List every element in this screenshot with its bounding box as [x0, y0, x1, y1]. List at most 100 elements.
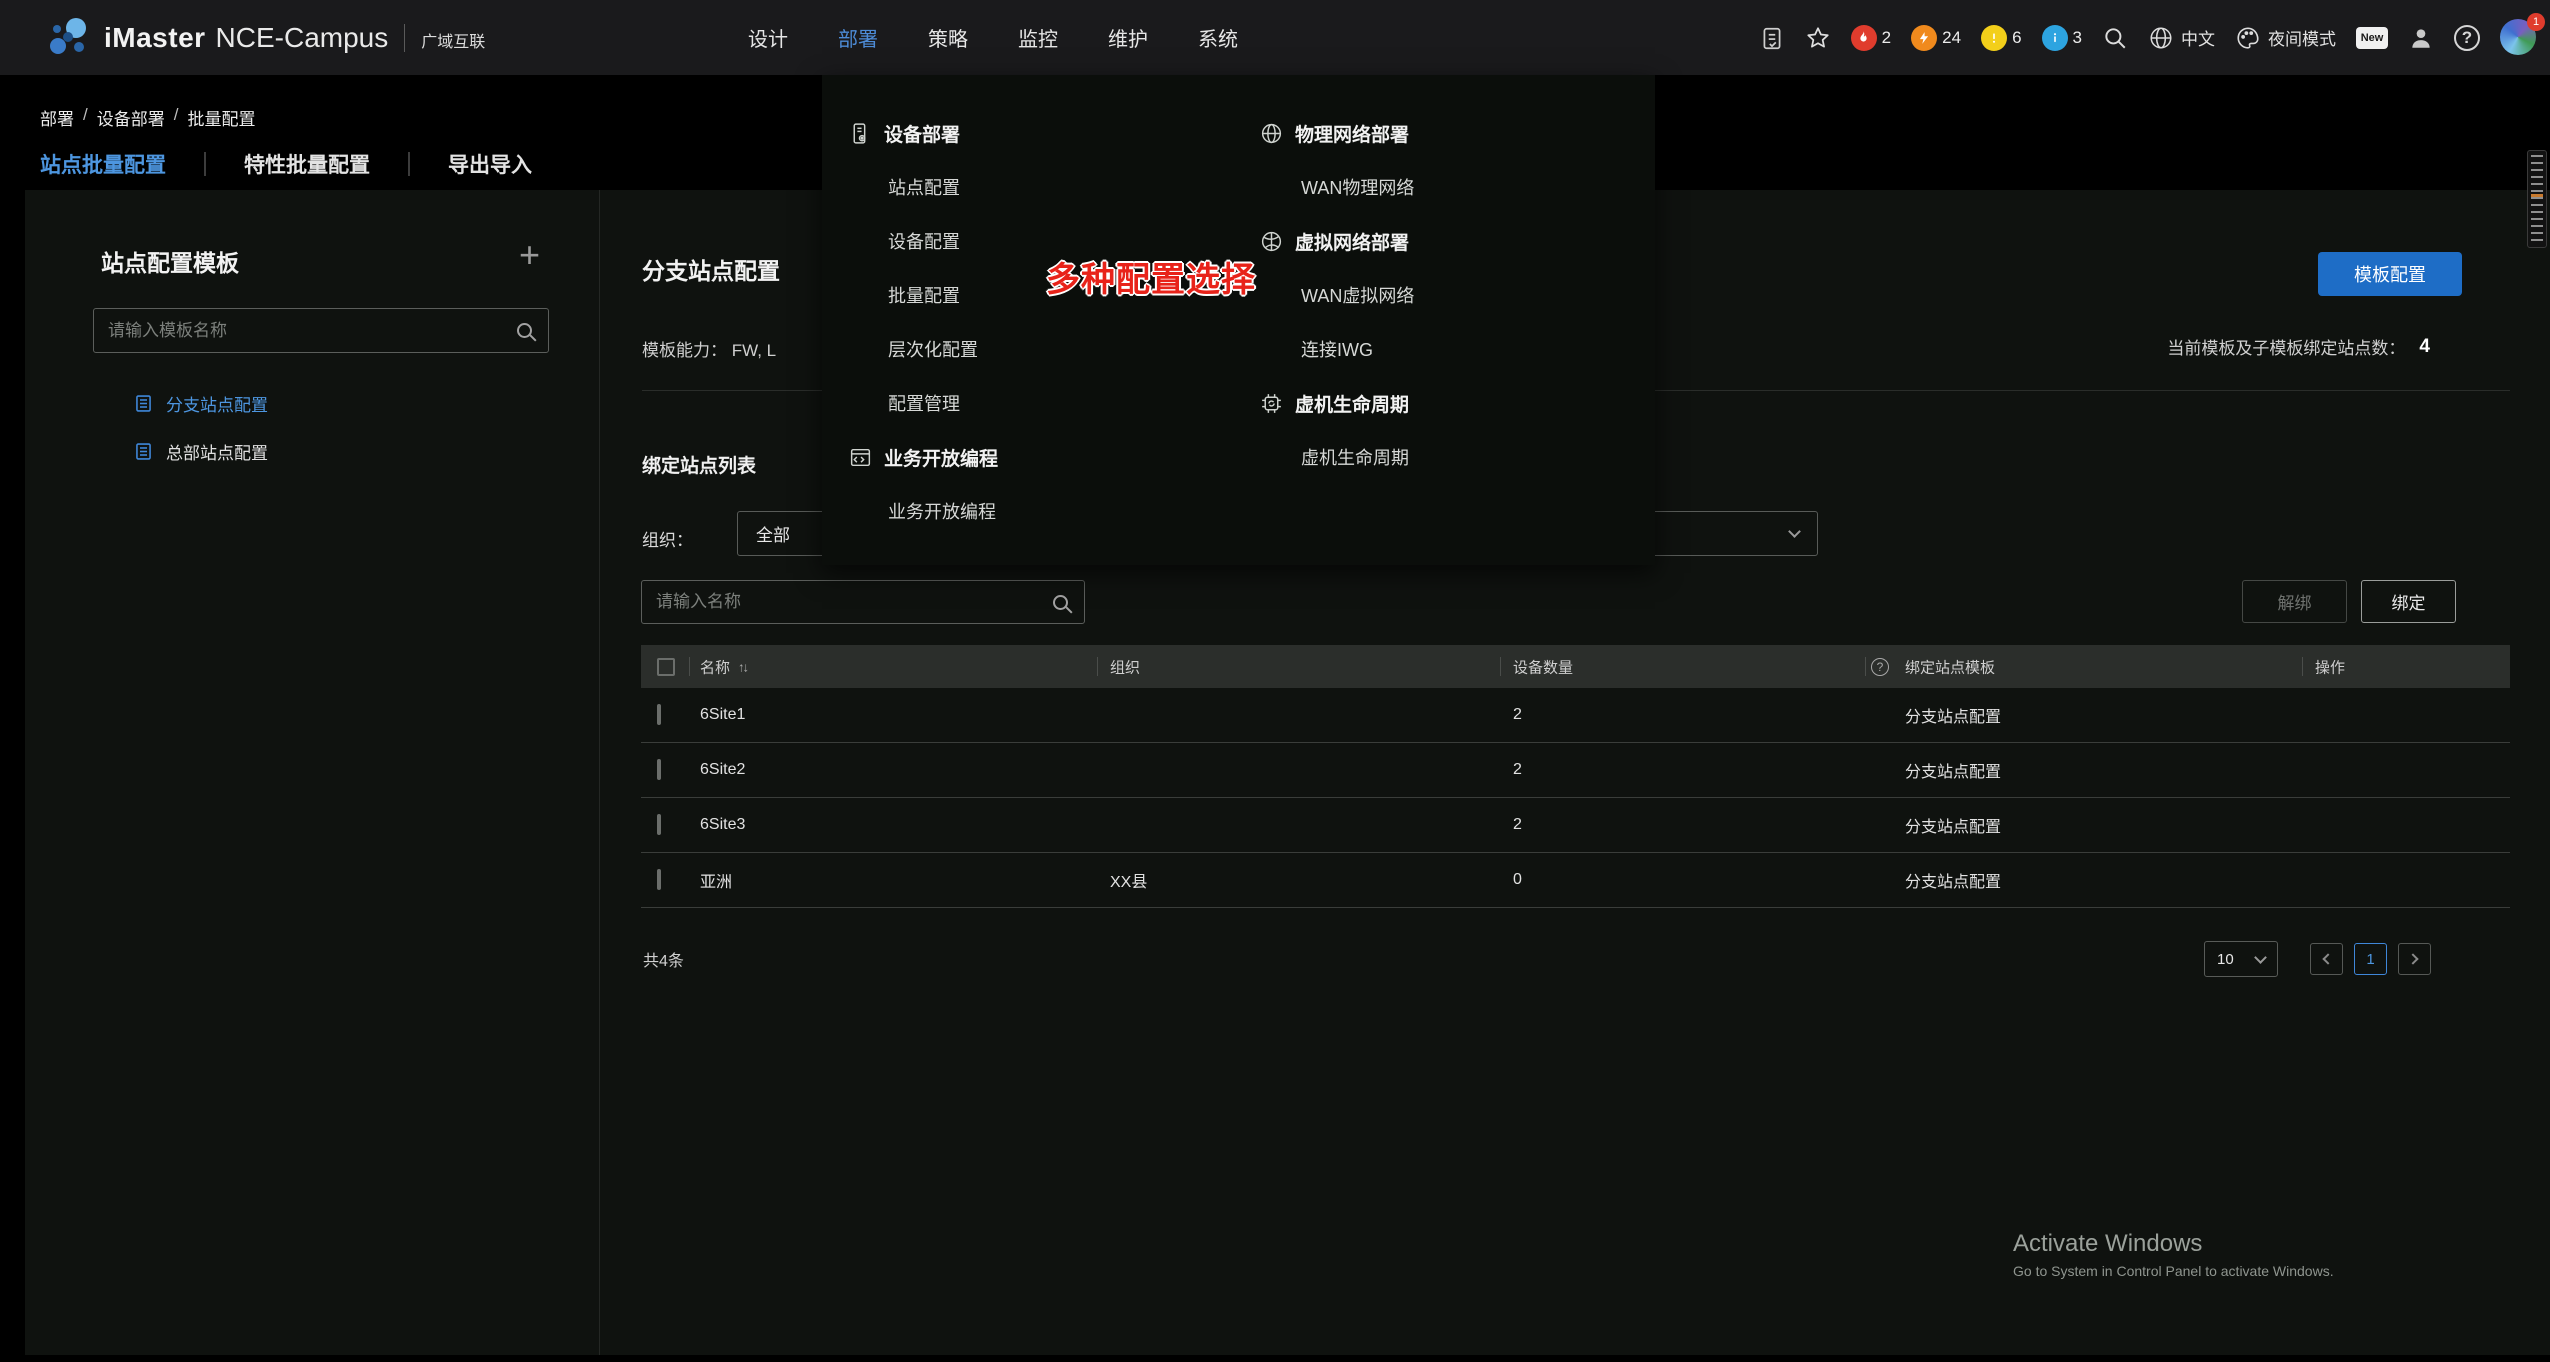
template-search-input[interactable] — [94, 309, 517, 352]
avatar-notification-badge: 1 — [2527, 13, 2545, 31]
tab-feature-batch-config[interactable]: 特性批量配置 — [244, 149, 370, 179]
column-action: 操作 — [2315, 656, 2345, 677]
row-checkbox[interactable] — [657, 759, 661, 780]
table-header: 名称 ↑↓ 组织 设备数量 ? 绑定站点模板 操作 — [641, 645, 2510, 688]
column-name-label: 名称 — [700, 656, 730, 677]
user-avatar[interactable]: 1 — [2500, 19, 2538, 57]
theme-toggle[interactable]: 夜间模式 — [2235, 25, 2336, 51]
search-icon[interactable] — [2102, 25, 2128, 51]
menu-item-connect-iwg[interactable]: 连接IWG — [1259, 336, 1373, 362]
column-divider — [1500, 657, 1501, 676]
menu-item-config-management[interactable]: 配置管理 — [848, 390, 960, 416]
info-alarm-count: 3 — [2073, 28, 2082, 48]
watermark-title: Activate Windows — [2013, 1230, 2334, 1258]
column-divider — [1865, 657, 1866, 676]
task-list-icon[interactable] — [1759, 25, 1785, 51]
whats-new-icon[interactable]: New — [2356, 27, 2388, 49]
breadcrumb-batch-config: 批量配置 — [187, 105, 255, 130]
page-size-select[interactable]: 10 — [2204, 941, 2278, 977]
menu-policy[interactable]: 策略 — [928, 23, 968, 52]
total-count: 共4条 — [643, 947, 684, 971]
info-alarm-badge[interactable]: 3 — [2042, 25, 2082, 51]
scrollbar-marker — [2531, 194, 2543, 197]
site-template: 分支站点配置 — [1905, 868, 2001, 892]
menu-design[interactable]: 设计 — [748, 23, 788, 52]
bound-site-count: 当前模板及子模板绑定站点数： 4 — [2167, 334, 2430, 359]
site-device-count: 2 — [1513, 761, 1522, 779]
menu-section-device-deploy[interactable]: 设备部署 — [848, 106, 998, 160]
current-page-button[interactable]: 1 — [2354, 943, 2387, 975]
tab-export-import[interactable]: 导出导入 — [448, 149, 532, 179]
row-checkbox[interactable] — [657, 869, 661, 890]
chevron-right-icon — [2407, 953, 2418, 964]
menu-section-service-openness[interactable]: 业务开放编程 — [848, 430, 998, 484]
windows-activation-watermark: Activate Windows Go to System in Control… — [2013, 1230, 2334, 1279]
menu-system[interactable]: 系统 — [1198, 23, 1238, 52]
select-all-checkbox[interactable] — [657, 658, 675, 676]
question-circle-icon: ? — [1871, 658, 1889, 676]
menu-section-virtual-network[interactable]: 虚拟网络部署 — [1259, 214, 1414, 268]
menu-section-title: 物理网络部署 — [1295, 120, 1409, 147]
next-page-button[interactable] — [2398, 943, 2431, 975]
menu-item-vm-lifecycle[interactable]: 虚机生命周期 — [1259, 444, 1409, 470]
minor-alarm-icon — [1981, 25, 2007, 51]
menu-deploy[interactable]: 部署 — [838, 23, 878, 52]
sort-icon[interactable]: ↑↓ — [738, 659, 747, 674]
column-template-help[interactable]: ? — [1871, 658, 1889, 676]
language-label: 中文 — [2181, 25, 2215, 50]
favorites-star-icon[interactable] — [1805, 25, 1831, 51]
menu-section-physical-network[interactable]: 物理网络部署 — [1259, 106, 1414, 160]
site-name: 亚洲 — [700, 868, 732, 892]
search-icon[interactable] — [517, 323, 532, 338]
sidebar-item-label: 总部站点配置 — [166, 439, 268, 464]
help-icon[interactable]: ? — [2454, 25, 2480, 51]
prev-page-button[interactable] — [2310, 943, 2343, 975]
bind-button[interactable]: 绑定 — [2361, 580, 2456, 623]
row-checkbox[interactable] — [657, 814, 661, 835]
sidebar-item-branch-site-config[interactable]: 分支站点配置 — [133, 385, 268, 421]
critical-alarm-icon — [1851, 25, 1877, 51]
menu-maintain[interactable]: 维护 — [1108, 23, 1148, 52]
template-doc-icon — [133, 441, 154, 462]
menu-item-batch-config[interactable]: 批量配置 — [848, 282, 960, 308]
scrollbar[interactable] — [2527, 150, 2547, 248]
brand-name-bold: iMaster — [104, 22, 206, 54]
add-template-button[interactable]: + — [519, 234, 540, 276]
row-checkbox[interactable] — [657, 704, 661, 725]
major-alarm-count: 24 — [1942, 28, 1961, 48]
navbar-right-tools: 2 24 6 3 — [1759, 0, 2538, 75]
menu-section-vm-lifecycle[interactable]: 虚机生命周期 — [1259, 376, 1414, 430]
menu-item-device-config[interactable]: 设备配置 — [848, 228, 960, 254]
minor-alarm-badge[interactable]: 6 — [1981, 25, 2021, 51]
deploy-menu-right-column: 物理网络部署 WAN物理网络 虚拟网络部署 WAN虚拟网络 连接IWG — [1259, 106, 1414, 484]
user-icon[interactable] — [2408, 25, 2434, 51]
search-icon[interactable] — [1053, 595, 1068, 610]
language-switcher[interactable]: 中文 — [2148, 25, 2215, 51]
tab-site-batch-config[interactable]: 站点批量配置 — [40, 149, 166, 179]
menu-section-title: 业务开放编程 — [884, 444, 998, 471]
minor-alarm-count: 6 — [2012, 28, 2021, 48]
table-row: 6Site3 2 分支站点配置 — [641, 798, 2510, 853]
breadcrumb-device-deploy[interactable]: 设备部署 — [97, 105, 165, 130]
template-doc-icon — [133, 393, 154, 414]
menu-monitor[interactable]: 监控 — [1018, 23, 1058, 52]
menu-item-hierarchical-config[interactable]: 层次化配置 — [848, 336, 978, 362]
template-config-button[interactable]: 模板配置 — [2318, 252, 2462, 296]
tab-divider — [204, 152, 206, 176]
critical-alarm-badge[interactable]: 2 — [1851, 25, 1891, 51]
menu-item-wan-physical-network[interactable]: WAN物理网络 — [1259, 174, 1414, 200]
menu-item-service-openness[interactable]: 业务开放编程 — [848, 498, 996, 524]
menu-item-site-config[interactable]: 站点配置 — [848, 174, 960, 200]
site-org: XX县 — [1110, 868, 1147, 892]
site-search-input[interactable] — [642, 581, 1053, 623]
template-sidebar: 站点配置模板 + 分支站点配置 总部站点配置 — [25, 190, 600, 1355]
unbind-button[interactable]: 解绑 — [2242, 580, 2347, 623]
column-divider — [1097, 657, 1098, 676]
breadcrumb-deploy[interactable]: 部署 — [40, 105, 74, 130]
template-capability: 模板能力： FW, L — [642, 336, 776, 361]
page-title: 分支站点配置 — [642, 252, 780, 286]
menu-item-wan-virtual-network[interactable]: WAN虚拟网络 — [1259, 282, 1414, 308]
major-alarm-badge[interactable]: 24 — [1911, 25, 1961, 51]
sidebar-item-hq-site-config[interactable]: 总部站点配置 — [133, 433, 268, 469]
site-template: 分支站点配置 — [1905, 813, 2001, 837]
